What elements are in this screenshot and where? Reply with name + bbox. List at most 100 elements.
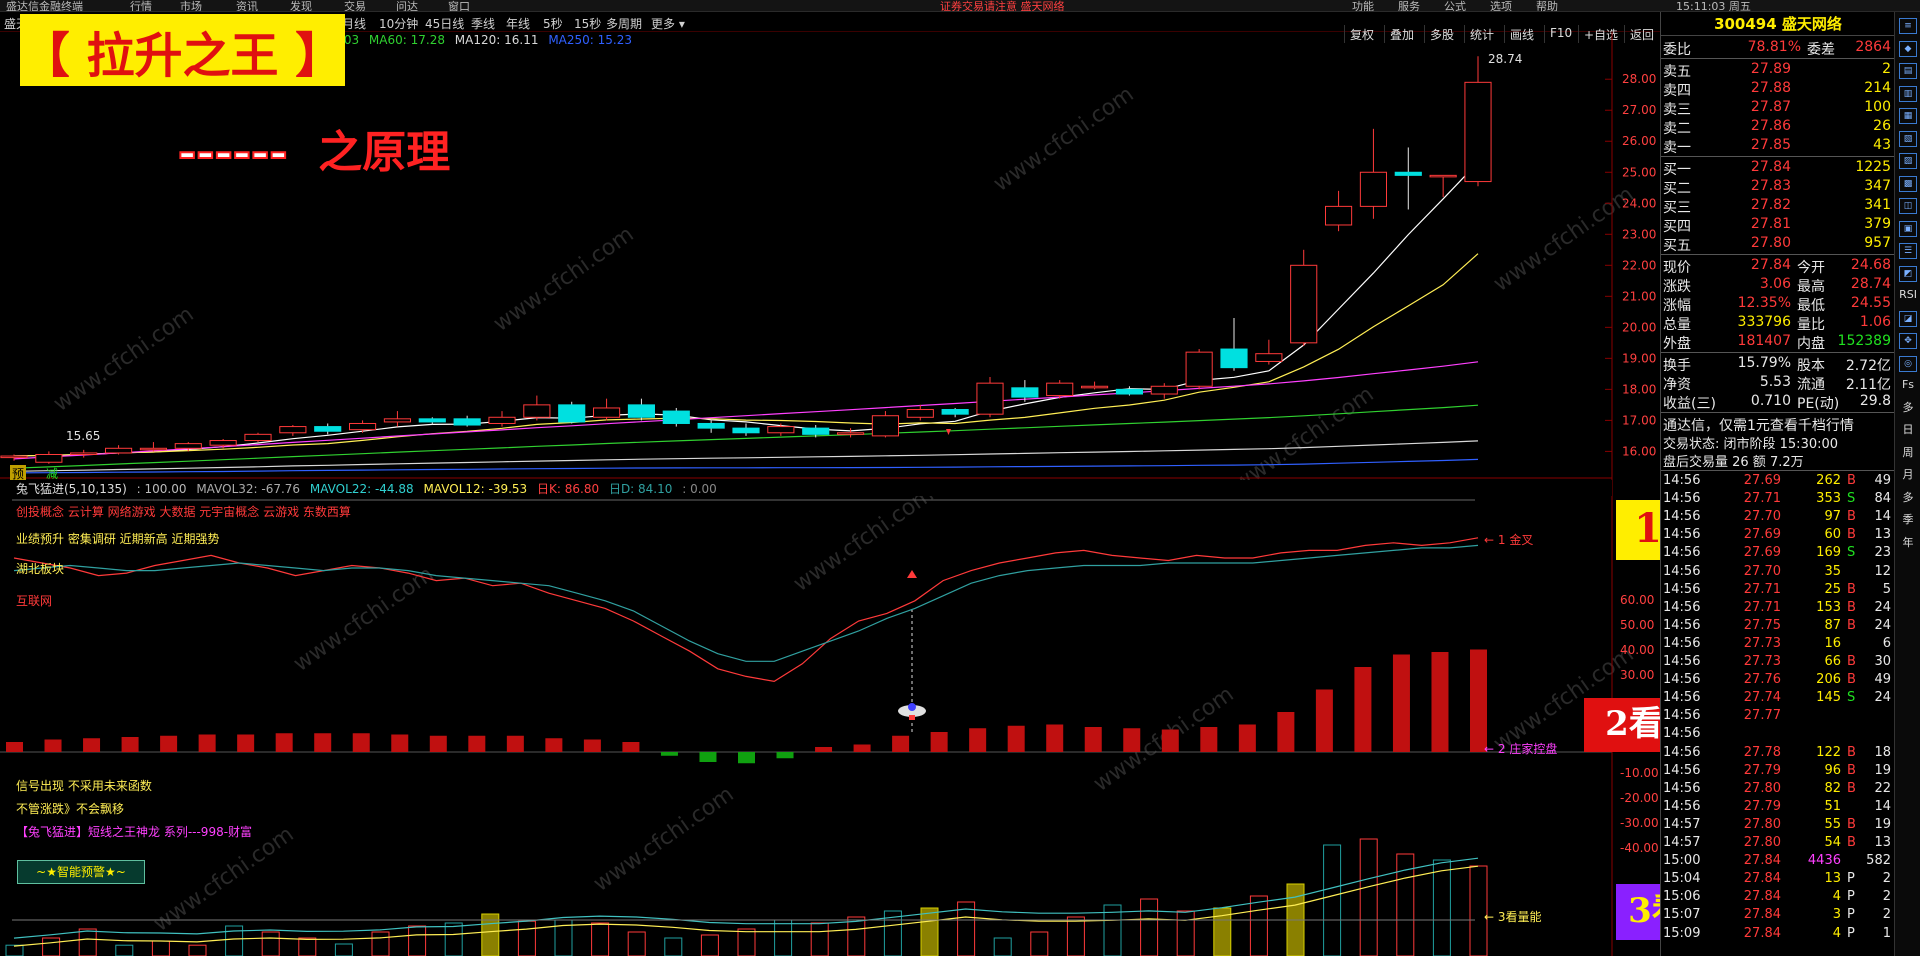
menu-item[interactable]: 盛达信金融终端 bbox=[6, 0, 83, 11]
tick-price: 27.74 bbox=[1743, 690, 1781, 706]
bid-volume: 379 bbox=[1864, 216, 1891, 232]
volume-bar bbox=[847, 916, 866, 956]
k-label: 日K: 86.80 bbox=[537, 482, 600, 496]
side-tool-icon[interactable]: ▥ bbox=[1899, 85, 1917, 102]
bid-price: 27.83 bbox=[1750, 178, 1791, 194]
period-5s[interactable]: 5秒 bbox=[543, 15, 563, 32]
side-tool-icon[interactable]: Fs bbox=[1899, 378, 1917, 394]
side-tool-icon[interactable]: ≡ bbox=[1899, 18, 1917, 34]
menu-item[interactable]: 交易 bbox=[344, 0, 366, 11]
side-tool-icon[interactable]: ▦ bbox=[1899, 108, 1917, 124]
price-tick-label: 19.00 bbox=[1622, 351, 1656, 365]
side-tool-icon[interactable]: ☰ bbox=[1899, 243, 1917, 259]
period-season[interactable]: 季线 bbox=[471, 15, 495, 32]
tick-price: 27.80 bbox=[1743, 816, 1781, 832]
volume-bar bbox=[1323, 844, 1342, 956]
menu-item[interactable]: 公式 bbox=[1444, 0, 1466, 11]
control-bar-positive bbox=[1161, 729, 1179, 752]
tick-row: 14:57 27.80 55 B 19 bbox=[1661, 816, 1895, 835]
tick-time: 14:56 bbox=[1663, 672, 1701, 688]
side-tool-icon[interactable]: ◫ bbox=[1899, 198, 1917, 214]
tick-volume: 13 bbox=[1824, 871, 1841, 887]
period-15s[interactable]: 15秒 bbox=[574, 15, 601, 32]
watermark-text: www.cfchi.com bbox=[49, 302, 198, 417]
side-tool-icon[interactable]: 季 bbox=[1899, 513, 1917, 529]
menu-item[interactable]: 服务 bbox=[1398, 0, 1420, 11]
period-multi[interactable]: 多周期 bbox=[606, 15, 642, 32]
side-tool-icon[interactable]: ◩ bbox=[1899, 265, 1917, 282]
menu-item[interactable]: 选项 bbox=[1490, 0, 1512, 11]
control-bar-positive bbox=[545, 738, 563, 752]
side-tool-icon[interactable]: ▤ bbox=[1899, 63, 1917, 79]
candle-up bbox=[139, 447, 168, 451]
volume-bar bbox=[737, 928, 756, 956]
period-month[interactable]: 月线 bbox=[342, 15, 366, 32]
side-tool-icon[interactable]: ▩ bbox=[1899, 175, 1917, 192]
control-bar-positive bbox=[930, 732, 948, 752]
price-tick-label: 18.00 bbox=[1622, 382, 1656, 396]
candle-up bbox=[1429, 174, 1457, 178]
side-tool-icon[interactable]: 周 bbox=[1899, 446, 1917, 462]
watermark-text: www.cfchi.com bbox=[1489, 182, 1638, 297]
quote-row: 外盘 181407 内盘 152389 bbox=[1661, 332, 1895, 352]
control-bar-positive bbox=[1007, 725, 1025, 752]
tick-count: 6 bbox=[1882, 635, 1891, 651]
side-tool-icon[interactable]: ◆ bbox=[1899, 40, 1917, 57]
candle-up bbox=[174, 443, 202, 449]
mavol12-label: MAVOL12: -39.53 bbox=[423, 482, 528, 496]
indicator-tick-label: 30.00 bbox=[1620, 668, 1654, 682]
indicator-tick-label: -30.00 bbox=[1620, 816, 1659, 830]
menubar: 盛达信金融终端 行情 市场 资讯 发现 交易 问达 窗口 证券交易请注意 盛天网… bbox=[0, 0, 1920, 12]
side-tool-icon[interactable]: RSI bbox=[1899, 288, 1917, 304]
tick-row: 15:06 27.84 4 P 2 bbox=[1661, 888, 1895, 907]
period-10min[interactable]: 10分钟 bbox=[379, 15, 418, 32]
control-bar-positive bbox=[1315, 689, 1333, 752]
period-more[interactable]: 更多 ▾ bbox=[651, 15, 685, 32]
side-tool-icon[interactable]: ◎ bbox=[1899, 355, 1917, 372]
menu-item[interactable]: 帮助 bbox=[1536, 0, 1558, 11]
menu-item[interactable]: 行情 bbox=[130, 0, 152, 11]
tick-count: 49 bbox=[1874, 473, 1891, 488]
volume-bar bbox=[627, 931, 646, 956]
volume-bar bbox=[1176, 910, 1195, 956]
quote-value: 28.74 bbox=[1850, 276, 1891, 292]
candle-up bbox=[209, 440, 237, 446]
side-tool-icon[interactable]: 日 bbox=[1899, 423, 1917, 439]
menu-item[interactable]: 市场 bbox=[180, 0, 202, 11]
subtitle-text: 之原理 bbox=[318, 127, 451, 178]
tick-time: 14:56 bbox=[1663, 780, 1701, 796]
promo-row[interactable]: 通达信，仅需1元查看千档行情 bbox=[1661, 414, 1895, 434]
side-tool-icon[interactable]: 多 bbox=[1899, 401, 1917, 417]
tick-count: 30 bbox=[1874, 654, 1891, 669]
tick-count: 12 bbox=[1874, 563, 1891, 579]
side-tool-icon[interactable]: ▧ bbox=[1899, 130, 1917, 147]
side-tool-icon[interactable]: ✥ bbox=[1899, 333, 1917, 349]
candle-up bbox=[105, 447, 133, 454]
menu-item[interactable]: 发现 bbox=[290, 0, 312, 11]
side-tool-icon[interactable]: ◪ bbox=[1899, 310, 1917, 327]
menu-item[interactable]: 问达 bbox=[396, 0, 418, 11]
control-bar-positive bbox=[468, 735, 486, 752]
side-tool-icon[interactable]: 年 bbox=[1899, 536, 1917, 552]
ask-volume: 43 bbox=[1873, 137, 1891, 153]
side-tool-icon[interactable]: ▨ bbox=[1899, 153, 1917, 169]
menu-item[interactable]: 资讯 bbox=[236, 0, 258, 11]
side-tool-icon[interactable]: 多 bbox=[1899, 491, 1917, 507]
menu-item[interactable]: 窗口 bbox=[448, 0, 470, 11]
indicator-name[interactable]: 兔飞猛进(5,10,135) bbox=[16, 482, 127, 496]
period-year[interactable]: 年线 bbox=[506, 15, 530, 32]
fund-row: 收益(三) 0.710 PE(动) 29.8 bbox=[1661, 392, 1895, 412]
ask-label: 卖五 bbox=[1663, 64, 1691, 80]
control-bar-positive bbox=[1392, 654, 1410, 752]
tick-time: 15:04 bbox=[1663, 871, 1701, 887]
period-45day[interactable]: 45日线 bbox=[425, 15, 464, 32]
quote-label: 今开 bbox=[1797, 260, 1825, 276]
ask-row: 卖三 27.87 100 bbox=[1661, 98, 1895, 118]
ask-price: 27.89 bbox=[1750, 61, 1791, 77]
smart-alert-button[interactable]: ~★智能预警★~ bbox=[17, 860, 145, 884]
side-tool-icon[interactable]: 月 bbox=[1899, 468, 1917, 484]
volume-bar bbox=[1249, 895, 1268, 956]
menu-item[interactable]: 功能 bbox=[1352, 0, 1374, 11]
zero-label: : 0.00 bbox=[682, 482, 717, 496]
side-tool-icon[interactable]: ▣ bbox=[1899, 220, 1917, 237]
